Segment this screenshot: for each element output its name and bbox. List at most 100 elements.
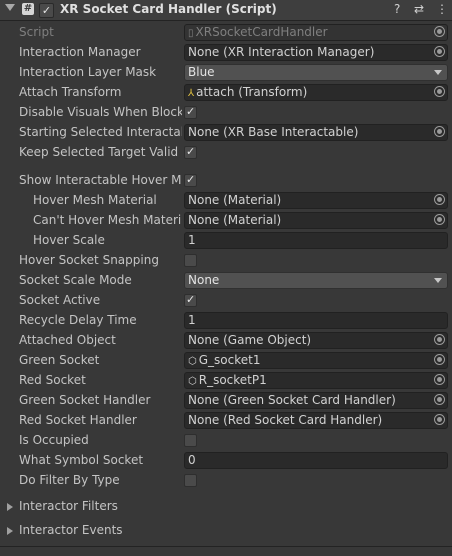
is-occupied-checkbox[interactable] (184, 434, 197, 447)
row-show-hover-mesh: Show Interactable Hover Meshes ✓ (0, 171, 452, 191)
socket-active-checkbox[interactable]: ✓ (184, 293, 197, 307)
hover-mesh-material-field[interactable]: None (Material) (184, 192, 448, 209)
green-socket-handler-label: Green Socket Handler (19, 393, 151, 407)
hover-scale-input[interactable]: 1 (184, 232, 448, 249)
is-occupied-label: Is Occupied (19, 433, 89, 447)
row-red-socket: Red Socket ⬡ R_socketP1 (0, 371, 452, 391)
object-picker-icon[interactable] (434, 214, 445, 225)
row-do-filter-by-type: Do Filter By Type (0, 471, 452, 491)
starting-selected-label: Starting Selected Interactable (19, 125, 182, 139)
green-socket-value: G_socket1 (198, 353, 261, 367)
foldout-arrow-icon (7, 503, 13, 511)
foldout-label: Interactor Filters (19, 499, 118, 513)
red-socket-handler-value: None (Red Socket Card Handler) (188, 413, 383, 427)
what-symbol-socket-label: What Symbol Socket (19, 453, 144, 467)
foldout-label: Interactor Events (19, 523, 123, 537)
interaction-manager-value: None (XR Interaction Manager) (188, 45, 375, 59)
component-header: # ✓ XR Socket Card Handler (Script) ? ⇄ … (0, 0, 452, 21)
attach-transform-label: Attach Transform (19, 85, 122, 99)
do-filter-by-type-checkbox[interactable] (184, 474, 197, 487)
row-recycle-delay-time: Recycle Delay Time 1 (0, 311, 452, 331)
object-picker-icon[interactable] (434, 414, 445, 425)
attach-transform-field[interactable]: ⅄ attach (Transform) (184, 84, 448, 101)
row-hover-scale: Hover Scale 1 (0, 231, 452, 251)
attached-object-label: Attached Object (19, 333, 116, 347)
hover-scale-value: 1 (188, 233, 196, 247)
starting-selected-field[interactable]: None (XR Base Interactable) (184, 124, 448, 141)
cant-hover-mesh-material-field[interactable]: None (Material) (184, 212, 448, 229)
hover-socket-snapping-label: Hover Socket Snapping (19, 253, 159, 267)
object-picker-icon[interactable] (434, 46, 445, 57)
interaction-layer-mask-value: Blue (188, 65, 215, 79)
recycle-delay-time-input[interactable]: 1 (184, 312, 448, 329)
object-picker-icon[interactable] (434, 126, 445, 137)
object-picker-icon[interactable] (434, 334, 445, 345)
row-hover-mesh-material: Hover Mesh Material None (Material) (0, 191, 452, 211)
cant-hover-mesh-material-label: Can't Hover Mesh Material (33, 213, 182, 227)
red-socket-handler-field[interactable]: None (Red Socket Card Handler) (184, 412, 448, 429)
green-socket-label: Green Socket (19, 353, 100, 367)
foldout-interactor-filters[interactable]: Interactor Filters (0, 497, 452, 517)
red-socket-value: R_socketP1 (198, 373, 267, 387)
object-picker-icon[interactable] (434, 374, 445, 385)
row-starting-selected: Starting Selected Interactable None (XR … (0, 123, 452, 143)
component-enabled-checkbox[interactable]: ✓ (39, 3, 54, 18)
check-icon: ✓ (186, 105, 196, 118)
check-icon: ✓ (186, 145, 196, 158)
help-icon[interactable]: ? (394, 2, 400, 16)
script-file-icon: ▯ (188, 28, 194, 39)
divider (0, 546, 452, 547)
red-socket-handler-label: Red Socket Handler (19, 413, 137, 427)
show-hover-mesh-checkbox[interactable]: ✓ (184, 173, 197, 187)
recycle-delay-time-label: Recycle Delay Time (19, 313, 137, 327)
green-socket-handler-field[interactable]: None (Green Socket Card Handler) (184, 392, 448, 409)
gameobject-cube-icon: ⬡ (188, 376, 197, 387)
red-socket-field[interactable]: ⬡ R_socketP1 (184, 372, 448, 389)
object-picker-icon[interactable] (434, 354, 445, 365)
socket-scale-mode-value: None (188, 273, 220, 287)
attached-object-field[interactable]: None (Game Object) (184, 332, 448, 349)
collapse-chevron-icon[interactable] (5, 4, 15, 11)
socket-active-label: Socket Active (19, 293, 101, 307)
hover-socket-snapping-checkbox[interactable] (184, 254, 197, 267)
script-label: Script (19, 25, 54, 39)
interaction-layer-mask-dropdown[interactable]: Blue (184, 64, 448, 81)
do-filter-by-type-label: Do Filter By Type (19, 473, 120, 487)
row-socket-scale-mode: Socket Scale Mode None (0, 271, 452, 291)
keep-selected-checkbox[interactable]: ✓ (184, 145, 197, 159)
foldout-arrow-icon (7, 527, 13, 535)
object-picker-icon[interactable] (434, 394, 445, 405)
row-is-occupied: Is Occupied (0, 431, 452, 451)
interaction-manager-field[interactable]: None (XR Interaction Manager) (184, 44, 448, 61)
interaction-layer-mask-label: Interaction Layer Mask (19, 65, 157, 79)
starting-selected-value: None (XR Base Interactable) (188, 125, 359, 139)
attach-transform-value: attach (Transform) (196, 85, 308, 99)
hover-mesh-material-value: None (Material) (188, 193, 282, 207)
what-symbol-socket-value: 0 (188, 453, 196, 467)
component-title: XR Socket Card Handler (Script) (60, 2, 277, 16)
object-picker-icon[interactable] (434, 26, 445, 37)
red-socket-label: Red Socket (19, 373, 86, 387)
row-red-socket-handler: Red Socket Handler None (Red Socket Card… (0, 411, 452, 431)
green-socket-field[interactable]: ⬡ G_socket1 (184, 352, 448, 369)
script-field[interactable]: ▯ XRSocketCardHandler (184, 24, 448, 41)
preset-icon[interactable]: ⇄ (414, 2, 424, 16)
context-menu-icon[interactable]: ⋮ (436, 2, 448, 16)
check-icon: ✓ (186, 293, 196, 306)
object-picker-icon[interactable] (434, 86, 445, 97)
check-icon: ✓ (186, 173, 196, 186)
row-interaction-layer-mask: Interaction Layer Mask Blue (0, 63, 452, 83)
socket-scale-mode-dropdown[interactable]: None (184, 272, 448, 289)
object-picker-icon[interactable] (434, 194, 445, 205)
row-interaction-manager: Interaction Manager None (XR Interaction… (0, 43, 452, 63)
keep-selected-label: Keep Selected Target Valid (19, 145, 179, 159)
attached-object-value: None (Game Object) (188, 333, 312, 347)
what-symbol-socket-input[interactable]: 0 (184, 452, 448, 469)
socket-scale-mode-label: Socket Scale Mode (19, 273, 132, 287)
row-green-socket-handler: Green Socket Handler None (Green Socket … (0, 391, 452, 411)
foldout-interactor-events[interactable]: Interactor Events (0, 521, 452, 541)
dropdown-arrow-icon (434, 70, 442, 75)
disable-visuals-checkbox[interactable]: ✓ (184, 105, 197, 119)
row-attach-transform: Attach Transform ⅄ attach (Transform) (0, 83, 452, 103)
row-script: Script ▯ XRSocketCardHandler (0, 23, 452, 43)
